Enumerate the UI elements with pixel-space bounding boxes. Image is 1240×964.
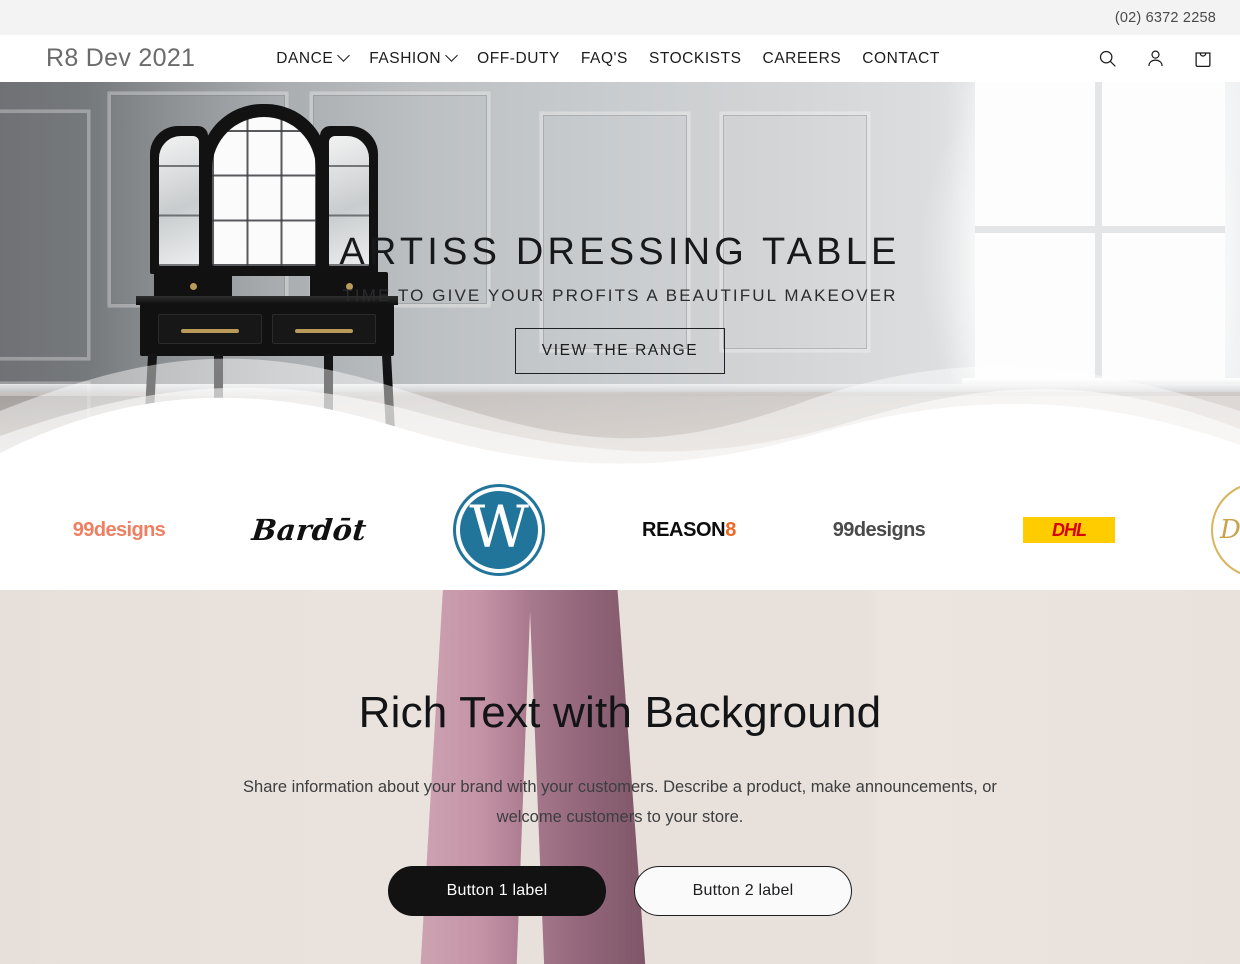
nav-item-dance[interactable]: DANCE [276, 49, 351, 68]
account-icon [1147, 50, 1163, 66]
rich-text-body: Share information about your brand with … [243, 778, 997, 827]
search-button[interactable] [1092, 44, 1122, 74]
nav-item-label: DANCE [276, 49, 334, 67]
main-navigation: DANCE FASHION OFF-DUTY FAQ'S STOCKISTS C… [276, 49, 940, 68]
logo-slide-wordpress[interactable]: W [404, 480, 594, 580]
logo-slide-bardot[interactable]: Bardōt [214, 480, 404, 580]
nav-item-faqs[interactable]: FAQ'S [581, 50, 628, 68]
site-header: R8 Dev 2021 DANCE FASHION OFF-DUTY FAQ'S… [0, 35, 1240, 82]
nav-item-label: OFF-DUTY [477, 49, 560, 67]
logo-bardot: Bardōt [249, 513, 369, 547]
chevron-down-icon [445, 49, 459, 62]
rich-text-section: Rich Text with Background Share informat… [0, 590, 1240, 964]
button-1[interactable]: Button 1 label [388, 866, 606, 917]
logo-slide-reason8[interactable]: REASON8 [594, 480, 784, 580]
button-2[interactable]: Button 2 label [634, 866, 852, 917]
logo-reason8-accent: 8 [725, 518, 736, 541]
site-logo[interactable]: R8 Dev 2021 [46, 44, 195, 73]
rich-text-title: Rich Text with Background [358, 688, 882, 737]
logo-99designs: 99designs [72, 518, 166, 541]
nav-item-off-duty[interactable]: OFF-DUTY [477, 50, 560, 68]
logo-dhl: DHL [1023, 517, 1115, 543]
rich-text-content: Rich Text with Background Share informat… [0, 590, 1240, 917]
hero-title: ARTISS DRESSING TABLE [339, 231, 901, 273]
logo-reason8: REASON8 [642, 519, 736, 542]
announcement-phone-link[interactable]: (02) 6372 2258 [1115, 10, 1216, 26]
logo-wordpress: W [456, 487, 542, 573]
hero-banner: ARTISS DRESSING TABLE TIME TO GIVE YOUR … [0, 82, 1240, 470]
account-button[interactable] [1140, 44, 1170, 74]
announcement-bar: (02) 6372 2258 [0, 0, 1240, 35]
nav-item-label: STOCKISTS [648, 49, 742, 67]
nav-item-label: FASHION [369, 49, 442, 67]
hero-cta-button[interactable]: VIEW THE RANGE [514, 327, 726, 374]
logo-99designs-gray: 99designs [832, 518, 926, 541]
logo-slide-de-nino[interactable]: De Ni [1164, 480, 1240, 580]
nav-item-label: FAQ'S [580, 49, 628, 67]
logo-slide-99designs[interactable]: 99designs [24, 480, 214, 580]
logo-slide-99designs-2[interactable]: 99designs [784, 480, 974, 580]
search-icon [1099, 50, 1116, 67]
logo-track: 99designs Bardōt W REASON8 99designs DHL… [0, 480, 1240, 580]
logo-slide-dhl[interactable]: DHL [974, 480, 1164, 580]
cart-button[interactable] [1188, 44, 1218, 74]
hero-content: ARTISS DRESSING TABLE TIME TO GIVE YOUR … [0, 231, 1240, 374]
nav-item-label: CAREERS [762, 49, 842, 67]
nav-item-fashion[interactable]: FASHION [369, 49, 459, 68]
cart-icon [1195, 51, 1211, 67]
nav-item-label: CONTACT [862, 49, 940, 67]
logo-reason8-word: REASON [642, 518, 726, 541]
logo-dhl-text: DHL [1052, 519, 1087, 540]
hero-subtitle: TIME TO GIVE YOUR PROFITS A BEAUTIFUL MA… [342, 285, 898, 305]
nav-item-careers[interactable]: CAREERS [762, 50, 841, 68]
nav-item-stockists[interactable]: STOCKISTS [649, 50, 742, 68]
rich-text-buttons: Button 1 label Button 2 label [0, 866, 1240, 917]
brand-logo-carousel: 99designs Bardōt W REASON8 99designs DHL… [0, 470, 1240, 590]
chevron-down-icon [337, 49, 351, 62]
nav-item-contact[interactable]: CONTACT [862, 50, 940, 68]
logo-de-nino: De Ni [1211, 482, 1240, 578]
header-actions [1092, 44, 1218, 74]
